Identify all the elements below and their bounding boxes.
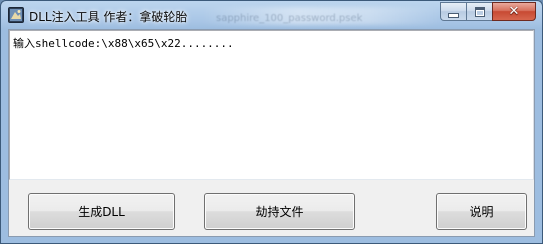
window-title: DLL注入工具 作者：拿破轮胎 (29, 10, 188, 24)
app-icon[interactable] (8, 7, 24, 23)
minimize-button[interactable] (440, 2, 466, 21)
app-window: sapphire_100_password.psek DLL注入工具 作者：拿破… (0, 0, 543, 244)
hijack-file-button[interactable]: 劫持文件 (204, 193, 355, 230)
close-button[interactable]: ✕ (492, 2, 536, 21)
help-button[interactable]: 说明 (436, 193, 527, 230)
maximize-icon (474, 6, 485, 17)
close-icon: ✕ (508, 4, 520, 19)
generate-dll-button[interactable]: 生成DLL (28, 193, 175, 230)
title-bar[interactable]: DLL注入工具 作者：拿破轮胎 ✕ (1, 1, 542, 29)
caption-buttons: ✕ (440, 2, 536, 22)
client-area: 输入shellcode:\x88\x65\x22........ 生成DLL 劫… (8, 29, 535, 237)
minimize-icon (448, 12, 459, 18)
maximize-button[interactable] (466, 2, 492, 21)
shellcode-input[interactable]: 输入shellcode:\x88\x65\x22........ (9, 30, 534, 180)
